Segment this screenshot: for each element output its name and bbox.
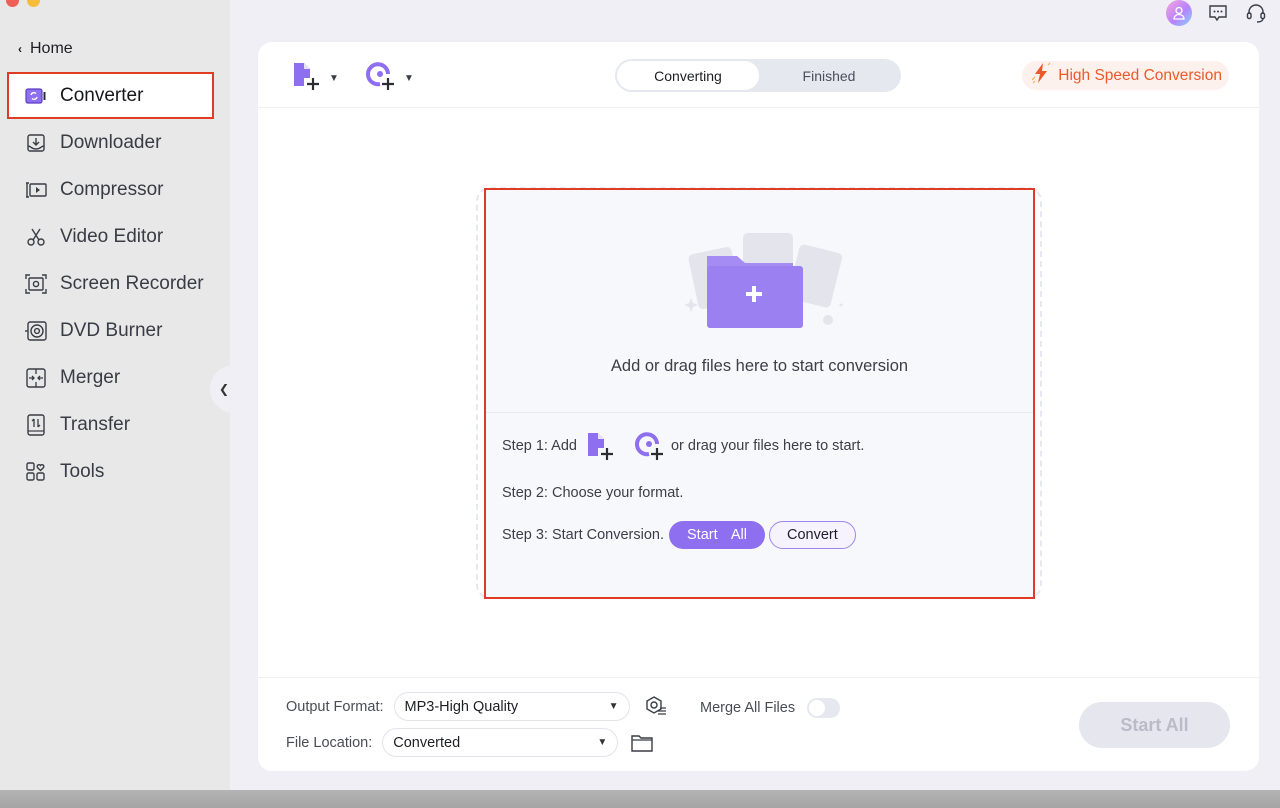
chevron-down-icon: ▼ (404, 73, 414, 84)
add-media-icon (366, 60, 398, 97)
output-format-label: Output Format: (286, 698, 384, 715)
merger-icon (25, 367, 47, 389)
sidebar-item-label: Downloader (60, 131, 162, 153)
sidebar-item-dvd-burner[interactable]: DVD Burner (7, 307, 214, 354)
add-media-icon[interactable] (635, 430, 667, 462)
sidebar-nav: Converter Downloader Compressor Video Ed… (7, 72, 214, 495)
output-format-select[interactable]: MP3-High Quality ▼ (393, 692, 630, 721)
main-panel: ▼ ▼ Converting Finished High Speed Conve… (258, 42, 1259, 771)
convert-inline-button[interactable]: Convert (769, 521, 856, 549)
high-speed-label: High Speed Conversion (1058, 66, 1222, 84)
chevron-left-icon: ❮ (218, 382, 230, 396)
minimize-window-button[interactable] (27, 0, 40, 7)
step-3-label: Step 3: Start Conversion. (502, 527, 664, 543)
traffic-lights (6, 0, 40, 7)
sidebar-item-label: Compressor (60, 178, 164, 200)
dropzone-divider (486, 412, 1033, 413)
sidebar-item-tools[interactable]: Tools (7, 448, 214, 495)
add-files-button[interactable]: ▼ (291, 60, 339, 97)
step-3: Step 3: Start Conversion. Start All Conv… (502, 521, 856, 549)
merge-all-files: Merge All Files (700, 698, 841, 718)
file-dropzone[interactable]: Add or drag files here to start conversi… (484, 188, 1035, 599)
add-file-icon (291, 60, 323, 97)
output-format-row: Output Format: MP3-High Quality ▼ (286, 692, 668, 721)
screen-recorder-icon (25, 273, 47, 295)
output-format-value: MP3-High Quality (404, 698, 519, 715)
lightning-icon (1030, 62, 1052, 89)
converter-icon (25, 85, 47, 107)
sidebar-item-compressor[interactable]: Compressor (7, 166, 214, 213)
scissors-icon (25, 226, 47, 248)
sidebar-item-downloader[interactable]: Downloader (7, 119, 214, 166)
tools-icon (25, 461, 47, 483)
file-location-value: Converted (393, 734, 461, 751)
folder-add-illustration (681, 228, 846, 332)
feedback-icon[interactable] (1206, 1, 1230, 25)
sidebar-item-label: Transfer (60, 413, 131, 435)
sidebar-item-converter[interactable]: Converter (7, 72, 214, 119)
add-file-icon[interactable] (585, 430, 617, 462)
step-2: Step 2: Choose your format. (502, 485, 684, 501)
collapse-sidebar-button[interactable]: ❮ (210, 365, 250, 413)
merge-label: Merge All Files (700, 700, 796, 716)
support-headset-icon[interactable] (1244, 1, 1268, 25)
folder-icon[interactable] (631, 734, 653, 752)
tab-finished[interactable]: Finished (759, 61, 899, 90)
desktop-background (0, 790, 1280, 808)
transfer-icon (25, 413, 47, 436)
chevron-down-icon: ▼ (608, 701, 619, 712)
avatar[interactable] (1166, 0, 1192, 26)
chevron-left-icon: ‹ (18, 42, 22, 56)
dropzone-title: Add or drag files here to start conversi… (610, 357, 909, 375)
sidebar-item-label: DVD Burner (60, 319, 163, 341)
format-settings-icon[interactable] (644, 695, 668, 719)
content-area: Add or drag files here to start conversi… (258, 109, 1259, 677)
sidebar-item-merger[interactable]: Merger (7, 354, 214, 401)
add-media-button[interactable]: ▼ (366, 60, 414, 97)
file-location-select[interactable]: Converted ▼ (382, 728, 619, 757)
bottom-bar: Output Format: MP3-High Quality ▼ Merge … (258, 677, 1259, 771)
sidebar-item-label: Merger (60, 366, 121, 388)
merge-toggle[interactable] (807, 698, 841, 718)
step-1-prefix: Step 1: Add (502, 438, 577, 454)
home-label: Home (30, 40, 73, 57)
downloader-icon (25, 132, 47, 154)
close-window-button[interactable] (6, 0, 19, 7)
sidebar: ‹ Home Converter Downloader Compressor V… (0, 0, 230, 790)
toolbar: ▼ ▼ Converting Finished High Speed Conve… (258, 42, 1259, 108)
dvd-icon (25, 320, 47, 342)
sidebar-item-transfer[interactable]: Transfer (7, 401, 214, 448)
sidebar-item-label: Video Editor (60, 225, 164, 247)
chevron-down-icon: ▼ (329, 73, 339, 84)
sidebar-item-label: Converter (60, 84, 144, 106)
start-all-inline-button[interactable]: Start All (669, 521, 765, 549)
sidebar-item-label: Tools (60, 460, 105, 482)
high-speed-conversion-button[interactable]: High Speed Conversion (1022, 61, 1229, 90)
step-1: Step 1: Add or drag your files here to s… (502, 430, 864, 462)
tab-converting[interactable]: Converting (617, 61, 759, 90)
home-link[interactable]: ‹ Home (18, 40, 73, 58)
header-icons (1166, 0, 1268, 26)
file-location-row: File Location: Converted ▼ (286, 728, 653, 757)
compressor-icon (25, 179, 47, 201)
sidebar-item-video-editor[interactable]: Video Editor (7, 213, 214, 260)
step-1-suffix: or drag your files here to start. (670, 438, 865, 454)
sidebar-item-screen-recorder[interactable]: Screen Recorder (7, 260, 214, 307)
status-tabs: Converting Finished (615, 59, 901, 92)
file-location-label: File Location: (286, 734, 373, 751)
app-window: ‹ Home Converter Downloader Compressor V… (0, 0, 1280, 790)
chevron-down-icon: ▼ (597, 737, 608, 748)
start-all-button[interactable]: Start All (1079, 702, 1230, 748)
sidebar-item-label: Screen Recorder (60, 272, 204, 294)
